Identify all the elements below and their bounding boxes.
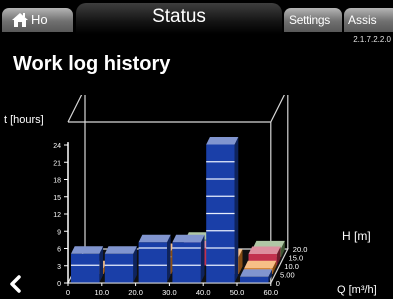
bar: [138, 234, 171, 283]
x-tick-label: 0: [66, 288, 70, 297]
bar-side: [234, 137, 239, 283]
bar-top: [240, 269, 273, 277]
y-tick-label: 15.0: [289, 254, 304, 263]
x-tick-label: 20.0: [128, 288, 143, 297]
y-tick-label: 5.00: [280, 271, 295, 280]
z-tick-label: 9: [57, 229, 61, 236]
bar-top: [206, 137, 239, 145]
z-tick-label: 6: [57, 247, 61, 254]
tab-home-label: Ho: [31, 12, 48, 27]
bar: [70, 246, 104, 283]
tab-settings[interactable]: Settings: [284, 8, 342, 32]
bar-front: [240, 276, 269, 283]
bar-top: [172, 234, 205, 243]
x-tick-label: 30.0: [162, 288, 177, 297]
y-tick-label: 0: [276, 279, 280, 288]
chevron-left-icon: [10, 275, 21, 293]
bar-front: [71, 253, 100, 283]
tab-bar: Ho Status Settings Assis: [0, 0, 393, 34]
z-tick-label: 21: [53, 160, 61, 167]
z-tick-label: 3: [57, 264, 61, 271]
bar: [104, 246, 137, 283]
tab-home[interactable]: Ho: [2, 8, 73, 32]
back-button[interactable]: [4, 272, 28, 296]
bar-side: [200, 234, 205, 283]
tab-status[interactable]: Status: [76, 3, 282, 34]
z-tick-label: 18: [53, 178, 61, 185]
chart-back-wall: [84, 95, 289, 249]
bar-top: [71, 246, 104, 254]
z-tick-label: 0: [57, 281, 61, 288]
tab-status-label: Status: [152, 6, 206, 27]
bar-side: [167, 234, 171, 283]
page-title: Work log history: [13, 53, 171, 75]
chart-bars: [70, 137, 285, 283]
tab-assist[interactable]: Assis: [344, 8, 393, 32]
bar-front: [104, 253, 134, 283]
work-log-3d-chart: 242118151296300 10.0 20.0 30.0 40.0 50.0 60.00…: [4, 95, 377, 297]
version-label: 2.1.7.2.2.0: [353, 35, 391, 44]
bar-top: [244, 260, 277, 269]
x-tick-label: 60.0: [263, 288, 278, 297]
x-tick-label: 40.0: [196, 288, 211, 297]
y-tick-label: 20.0: [293, 245, 308, 254]
bar: [206, 137, 239, 283]
y-tick-label: 10.0: [284, 262, 299, 271]
z-tick-label: 15: [53, 195, 61, 202]
x-axis-label: Q [m³/h]: [337, 284, 377, 296]
tab-assist-label: Assis: [348, 13, 377, 27]
bar-top: [104, 246, 137, 254]
chart-edge-left-top: [67, 95, 83, 123]
home-icon: [12, 13, 28, 27]
x-tick-label: 50.0: [230, 288, 245, 297]
z-tick-label: 24: [53, 143, 61, 150]
bar: [240, 269, 273, 283]
y-axis-label: H [m]: [342, 229, 371, 243]
bar-top: [248, 246, 281, 254]
bar-top: [138, 234, 171, 243]
bar: [172, 234, 205, 283]
z-axis-label: t [hours]: [4, 114, 44, 126]
tab-settings-label: Settings: [289, 13, 330, 27]
chart-edge-right-top: [270, 95, 285, 123]
x-tick-label: 10.0: [94, 288, 109, 297]
screen: Ho Status Settings Assis 2.1.7.2.2.0 Wor…: [0, 0, 393, 299]
z-tick-label: 12: [53, 212, 61, 219]
